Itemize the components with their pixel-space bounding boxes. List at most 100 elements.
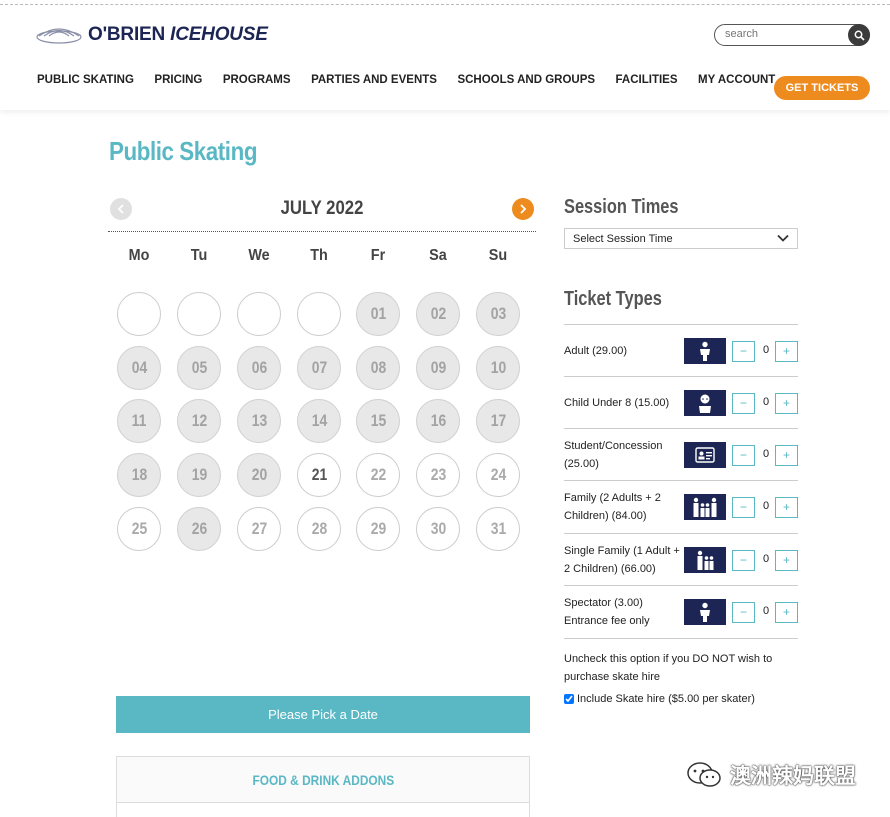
session-time-selected: Select Session Time — [573, 232, 673, 245]
calendar-day-number: 26 — [191, 519, 207, 538]
calendar-day: 19 — [177, 453, 221, 497]
calendar-day[interactable]: 27 — [237, 507, 281, 551]
calendar-day-number: 21 — [311, 465, 327, 484]
ticket-quantity: 0 — [762, 395, 770, 408]
ticket-divider — [564, 480, 798, 481]
calendar-day[interactable]: 30 — [416, 507, 460, 551]
chevron-right-icon — [520, 204, 527, 214]
increase-quantity-button[interactable]: + — [775, 392, 798, 414]
ticket-quantity: 0 — [762, 499, 770, 512]
ticket-divider — [564, 638, 798, 639]
calendar-day-number: 29 — [370, 519, 386, 538]
calendar-day-number: 13 — [251, 411, 267, 430]
child-icon — [696, 393, 714, 413]
next-month-button[interactable] — [512, 198, 534, 220]
calendar-empty-cell — [237, 292, 281, 336]
calendar-day: 10 — [476, 346, 520, 390]
calendar-day[interactable]: 24 — [476, 453, 520, 497]
logo-text-part2: ICEHOUSE — [170, 24, 268, 45]
calendar-day-number: 07 — [311, 358, 327, 377]
calendar-day-number: 19 — [191, 465, 207, 484]
search-input[interactable] — [725, 28, 843, 40]
food-addons-title: FOOD & DRINK ADDONS — [252, 771, 394, 788]
weekday-label: Th — [310, 247, 328, 264]
ticket-divider — [564, 533, 798, 534]
top-divider — [0, 4, 890, 5]
search-button[interactable] — [848, 24, 870, 46]
calendar-day[interactable]: 29 — [356, 507, 400, 551]
calendar-day[interactable]: 31 — [476, 507, 520, 551]
logo-text-part1: O'BRIEN — [88, 24, 166, 45]
nav-schools-groups[interactable]: SCHOOLS AND GROUPS — [457, 74, 595, 86]
calendar-day-number: 04 — [131, 358, 147, 377]
prev-month-button[interactable] — [110, 198, 132, 220]
nav-public-skating[interactable]: PUBLIC SKATING — [37, 74, 134, 86]
calendar-day-number: 18 — [131, 465, 147, 484]
calendar-day[interactable]: 25 — [117, 507, 161, 551]
main-nav: PUBLIC SKATING PRICING PROGRAMS PARTIES … — [37, 74, 796, 86]
calendar-day-number: 31 — [490, 519, 506, 538]
nav-parties-events[interactable]: PARTIES AND EVENTS — [311, 74, 437, 86]
pick-date-button[interactable]: Please Pick a Date — [116, 696, 530, 733]
increase-quantity-button[interactable]: + — [775, 549, 798, 571]
calendar-day: 14 — [297, 399, 341, 443]
decrease-quantity-button[interactable]: − — [732, 340, 755, 362]
ticket-label: Spectator (3.00) Entrance fee only — [564, 596, 650, 627]
ticket-divider — [564, 428, 798, 429]
calendar-day-number: 10 — [490, 358, 506, 377]
ticket-quantity: 0 — [762, 447, 770, 460]
watermark: 澳洲辣妈联盟 — [686, 760, 856, 790]
calendar-day-number: 25 — [131, 519, 147, 538]
calendar-day-number: 03 — [490, 304, 506, 323]
chevron-left-icon — [117, 204, 124, 214]
ticket-icon-badge — [684, 389, 726, 416]
get-tickets-button[interactable]: GET TICKETS — [774, 76, 870, 100]
calendar-day[interactable]: 23 — [416, 453, 460, 497]
calendar-day[interactable]: 22 — [356, 453, 400, 497]
skate-hire-option[interactable]: Include Skate hire ($5.00 per skater) — [564, 693, 755, 705]
calendar-day[interactable]: 28 — [297, 507, 341, 551]
nav-facilities[interactable]: FACILITIES — [616, 74, 678, 86]
decrease-quantity-button[interactable]: − — [732, 444, 755, 466]
ticket-label: Child Under 8 (15.00) — [564, 396, 670, 409]
search-icon — [854, 30, 865, 41]
decrease-quantity-button[interactable]: − — [732, 496, 755, 518]
calendar-day-number: 12 — [191, 411, 207, 430]
skate-hire-checkbox[interactable] — [564, 694, 574, 704]
calendar-day: 03 — [476, 292, 520, 336]
logo-text: O'BRIEN ICEHOUSE — [88, 24, 268, 46]
logo[interactable]: O'BRIEN ICEHOUSE — [36, 24, 268, 46]
calendar-day: 18 — [117, 453, 161, 497]
nav-programs[interactable]: PROGRAMS — [223, 74, 291, 86]
decrease-quantity-button[interactable]: − — [732, 549, 755, 571]
ticket-icon-badge — [684, 337, 726, 364]
ticket-icon-badge — [684, 598, 726, 625]
calendar-day: 01 — [356, 292, 400, 336]
calendar-day: 05 — [177, 346, 221, 390]
ticket-divider — [564, 324, 798, 325]
calendar-day: 07 — [297, 346, 341, 390]
calendar-empty-cell — [297, 292, 341, 336]
increase-quantity-button[interactable]: + — [775, 444, 798, 466]
weekday-label: Mo — [128, 247, 150, 264]
increase-quantity-button[interactable]: + — [775, 601, 798, 623]
ticket-quantity: 0 — [762, 604, 770, 617]
ticket-label: Single Family (1 Adult + 2 Children) (66… — [564, 544, 680, 575]
calendar-day: 16 — [416, 399, 460, 443]
search-box — [714, 24, 870, 46]
calendar-day: 04 — [117, 346, 161, 390]
calendar-day-number: 14 — [311, 411, 327, 430]
calendar-day: 17 — [476, 399, 520, 443]
decrease-quantity-button[interactable]: − — [732, 601, 755, 623]
nav-pricing[interactable]: PRICING — [154, 74, 202, 86]
calendar-day-number: 09 — [430, 358, 446, 377]
ticket-divider — [564, 585, 798, 586]
session-time-select[interactable]: Select Session Time — [564, 228, 798, 249]
increase-quantity-button[interactable]: + — [775, 496, 798, 518]
weekday-label: Tu — [190, 247, 208, 264]
decrease-quantity-button[interactable]: − — [732, 392, 755, 414]
increase-quantity-button[interactable]: + — [775, 340, 798, 362]
calendar-day[interactable]: 21 — [297, 453, 341, 497]
nav-my-account[interactable]: MY ACCOUNT — [698, 74, 775, 86]
food-addons-header[interactable]: FOOD & DRINK ADDONS — [117, 757, 529, 803]
